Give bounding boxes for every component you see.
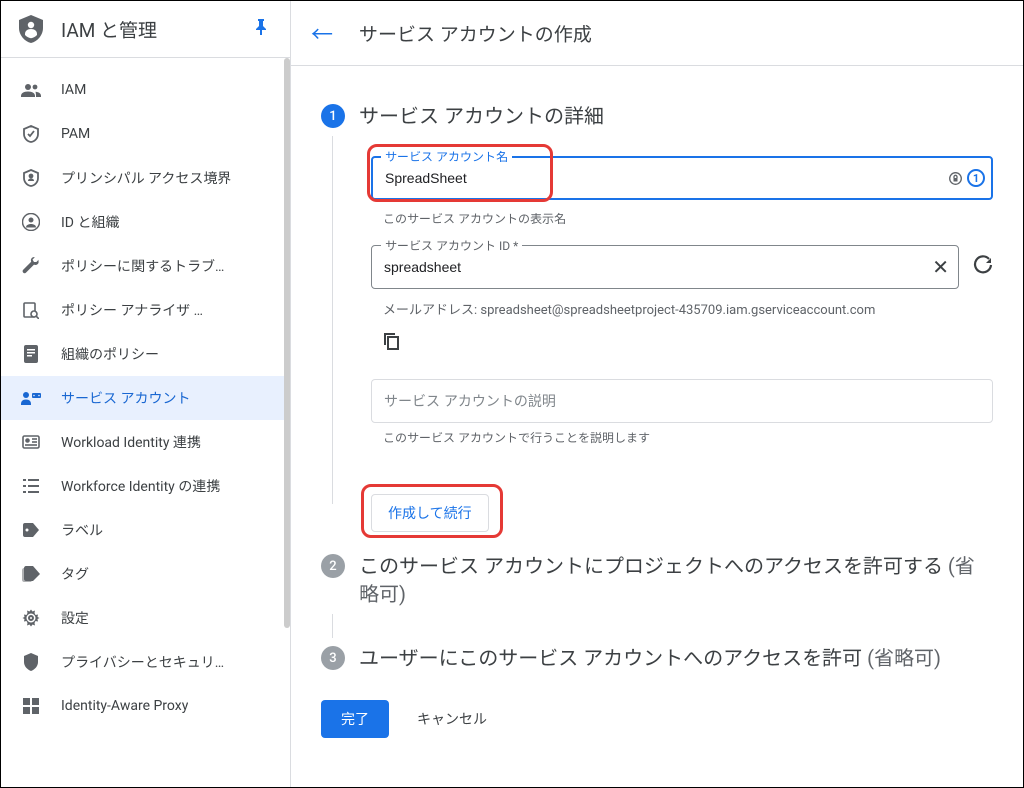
description-input[interactable]: [371, 379, 993, 423]
sidebar-item-label: Workload Identity 連携: [61, 432, 201, 452]
step-3-title: ユーザーにこのサービス アカウントへのアクセスを許可 (省略可): [359, 644, 993, 672]
sidebar-item-workload-identity[interactable]: Workload Identity 連携: [1, 420, 290, 464]
sidebar-item-labels[interactable]: ラベル: [1, 508, 290, 552]
sidebar-item-tags[interactable]: タグ: [1, 552, 290, 596]
sidebar-item-identity-org[interactable]: ID と組織: [1, 200, 290, 244]
person-circle-icon: [19, 212, 43, 232]
field-label: サービス アカウント名: [381, 148, 512, 165]
sidebar-item-label: ラベル: [61, 520, 103, 540]
sidebar-header: IAM と管理: [1, 1, 290, 58]
step-connector-line: [332, 614, 333, 638]
service-account-name-field: サービス アカウント名 1: [371, 156, 993, 200]
sidebar-item-label: IAM: [61, 82, 86, 98]
sidebar-item-settings[interactable]: 設定: [1, 596, 290, 640]
sidebar-item-label: プリンシパル アクセス境界: [61, 168, 231, 188]
sidebar-nav: IAM PAM プリンシパル アクセス境界 ID と組織 ポリシーに関するトラブ…: [1, 58, 290, 787]
gear-icon: [19, 608, 43, 628]
iam-shield-icon: [19, 15, 43, 43]
sidebar-item-label: Workforce Identity の連携: [61, 476, 220, 496]
sidebar-item-org-policy[interactable]: 組織のポリシー: [1, 332, 290, 376]
label-icon: [19, 520, 43, 540]
step-1-title: サービス アカウントの詳細: [359, 102, 993, 130]
sidebar-item-label: 設定: [61, 608, 89, 628]
sidebar-item-label: 組織のポリシー: [61, 344, 159, 364]
onepassword-icon[interactable]: 1: [967, 169, 985, 187]
sidebar-item-privacy-security[interactable]: プライバシーとセキュリ…: [1, 640, 290, 684]
pin-icon[interactable]: [254, 19, 268, 39]
service-account-id-field: サービス アカウント ID * ✕: [371, 245, 959, 289]
footer-buttons: 完了 キャンセル: [321, 700, 993, 738]
main-body: 1 サービス アカウントの詳細 サービス アカウント名: [291, 66, 1023, 787]
document-icon: [19, 344, 43, 364]
copy-icon[interactable]: [383, 332, 993, 355]
step-number-3: 3: [321, 646, 345, 670]
card-icon: [19, 432, 43, 452]
sidebar-item-workforce-identity[interactable]: Workforce Identity の連携: [1, 464, 290, 508]
step-2: 2 このサービス アカウントにプロジェクトへのアクセスを許可する (省略可): [321, 552, 993, 608]
sidebar: IAM と管理 IAM PAM プリンシパル アクセス境界 ID と組織: [1, 1, 291, 787]
sidebar-item-policy-analyzer[interactable]: ポリシー アナライザ …: [1, 288, 290, 332]
sidebar-title: IAM と管理: [61, 16, 254, 43]
sidebar-item-service-account[interactable]: サービス アカウント: [1, 376, 290, 420]
service-account-icon: [19, 388, 43, 408]
people-icon: [19, 80, 43, 100]
step-number-1: 1: [321, 104, 345, 128]
sidebar-item-label: ID と組織: [61, 212, 119, 232]
sidebar-item-pam[interactable]: PAM: [1, 112, 290, 156]
analyzer-icon: [19, 300, 43, 320]
email-address-text: メールアドレス: spreadsheet@spreadsheetproject-…: [371, 289, 993, 318]
wrench-icon: [19, 256, 43, 276]
sidebar-item-label: ポリシーに関するトラブ…: [61, 256, 224, 276]
list-icon: [19, 476, 43, 496]
security-icon: [19, 652, 43, 672]
field-label: サービス アカウント ID *: [381, 237, 522, 254]
lock-icon: [947, 170, 963, 186]
boundary-icon: [19, 168, 43, 188]
refresh-icon[interactable]: [973, 255, 993, 280]
main-header: ← サービス アカウントの作成: [291, 1, 1023, 66]
field-help-text: このサービス アカウントで行うことを説明します: [371, 423, 993, 446]
done-button[interactable]: 完了: [321, 700, 389, 738]
step-number-2: 2: [321, 554, 345, 578]
sidebar-item-principal-access[interactable]: プリンシパル アクセス境界: [1, 156, 290, 200]
sidebar-item-iap[interactable]: Identity-Aware Proxy: [1, 684, 290, 728]
field-help-text: このサービス アカウントの表示名: [371, 204, 993, 227]
sidebar-item-policy-trouble[interactable]: ポリシーに関するトラブ…: [1, 244, 290, 288]
sidebar-item-label: ポリシー アナライザ …: [61, 300, 203, 320]
sidebar-item-label: サービス アカウント: [61, 388, 190, 408]
sidebar-item-label: Identity-Aware Proxy: [61, 698, 188, 714]
step-1: 1 サービス アカウントの詳細: [321, 102, 993, 130]
sidebar-item-iam[interactable]: IAM: [1, 68, 290, 112]
shield-check-icon: [19, 124, 43, 144]
create-and-continue-button[interactable]: 作成して続行: [371, 494, 489, 532]
main: ← サービス アカウントの作成 1 サービス アカウントの詳細: [291, 1, 1023, 787]
grid-icon: [19, 696, 43, 716]
back-arrow-icon[interactable]: ←: [311, 17, 333, 49]
page-title: サービス アカウントの作成: [359, 20, 592, 47]
step-3: 3 ユーザーにこのサービス アカウントへのアクセスを許可 (省略可): [321, 644, 993, 672]
sidebar-item-label: プライバシーとセキュリ…: [61, 652, 224, 672]
step-2-title: このサービス アカウントにプロジェクトへのアクセスを許可する (省略可): [359, 552, 993, 608]
description-field: [371, 379, 993, 423]
tags-icon: [19, 564, 43, 584]
sidebar-item-label: タグ: [61, 564, 89, 584]
scrollbar-track[interactable]: [284, 58, 290, 628]
sidebar-item-label: PAM: [61, 126, 90, 142]
cancel-button[interactable]: キャンセル: [417, 709, 487, 729]
clear-icon[interactable]: ✕: [932, 255, 949, 279]
